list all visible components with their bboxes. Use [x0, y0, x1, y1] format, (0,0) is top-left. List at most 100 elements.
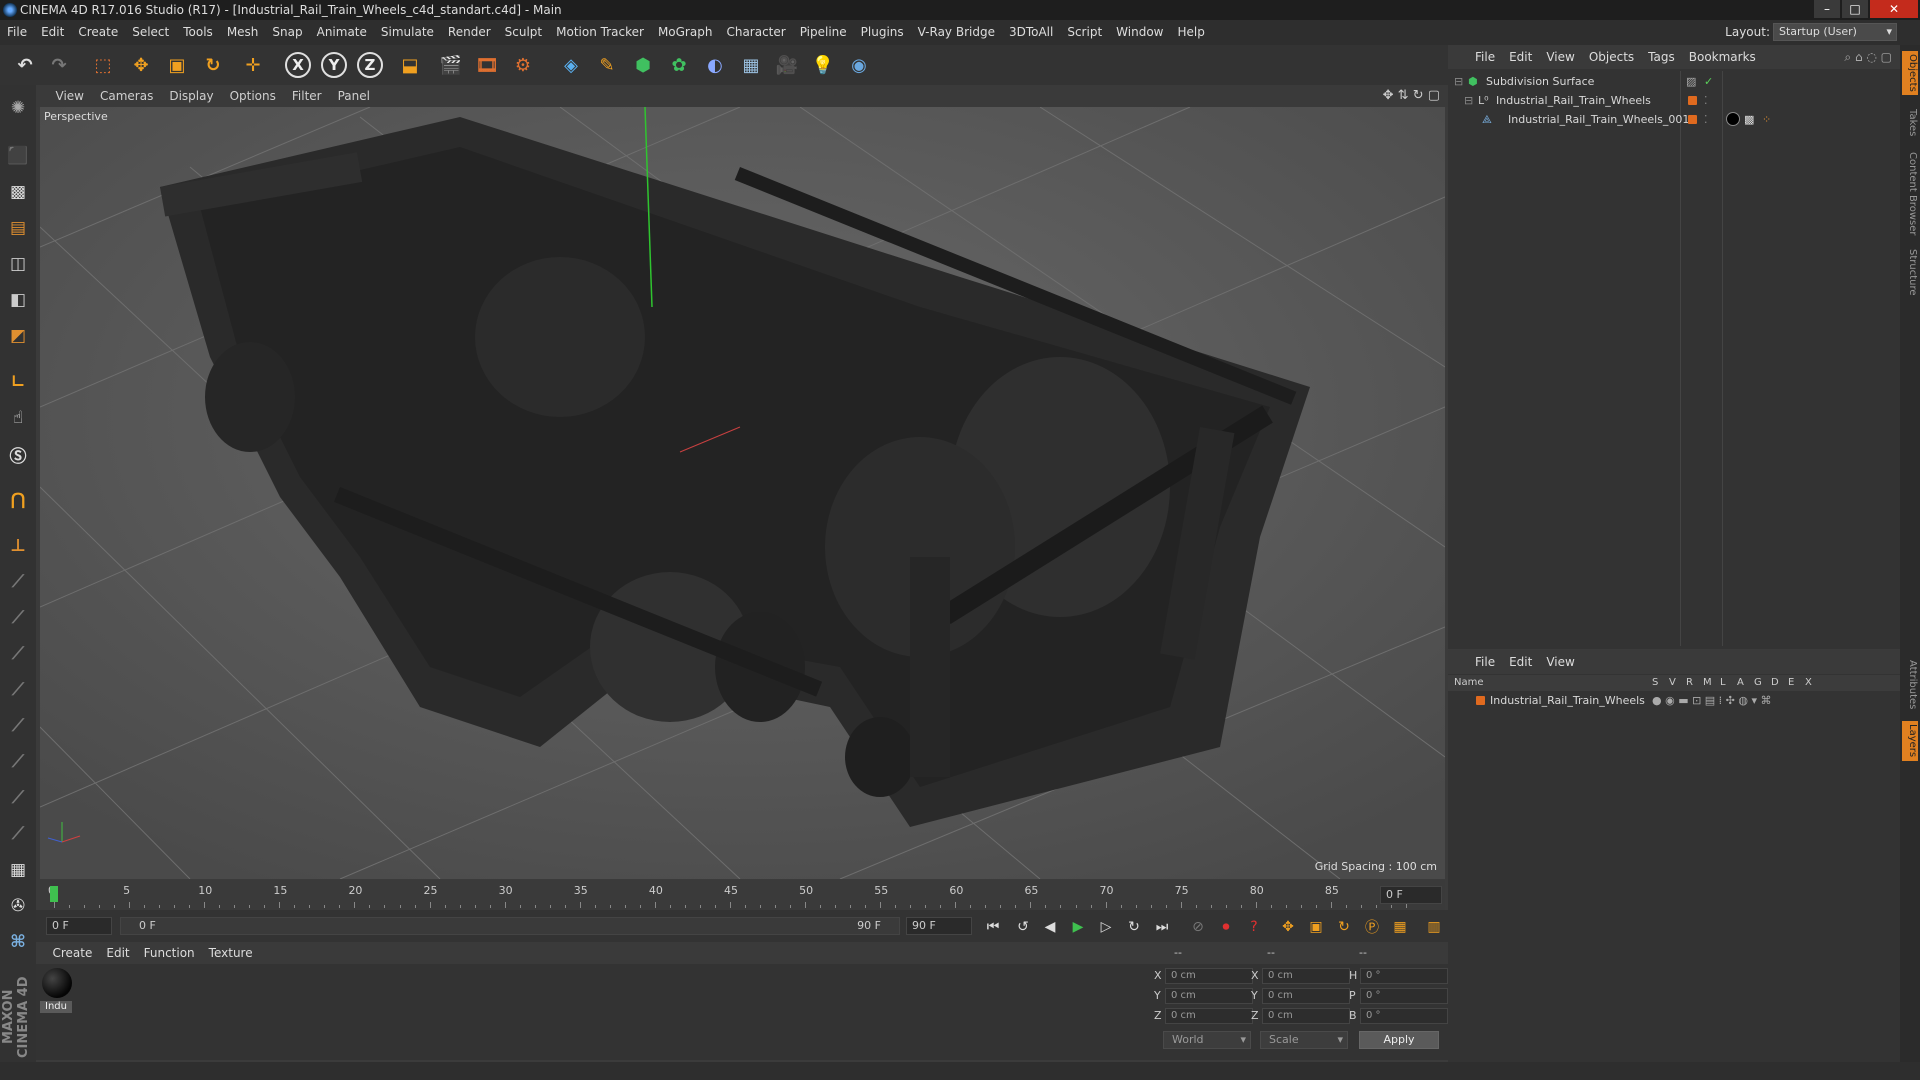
brush-tool-4-icon[interactable]: ⟋ [3, 675, 33, 705]
redo-icon[interactable]: ↷ [44, 50, 74, 80]
layer-menu-view[interactable]: View [1539, 650, 1581, 674]
menu-select[interactable]: Select [125, 20, 176, 45]
next-keyframe-icon[interactable]: ↻ [1122, 915, 1146, 939]
layer-name[interactable]: Industrial_Rail_Train_Wheels [1490, 691, 1645, 710]
visibility-dots-icon[interactable]: ⁚ [1704, 110, 1708, 129]
paint-grid-icon[interactable]: ▦ [3, 855, 33, 885]
enabled-check-icon[interactable]: ✓ [1704, 72, 1713, 91]
axis-mode-icon[interactable]: ∟ [3, 367, 33, 397]
camera-icon[interactable]: 🎥 [772, 50, 802, 80]
timeline-layout-icon[interactable]: ▥ [1422, 915, 1446, 939]
end-frame-field[interactable]: 90 F [906, 917, 972, 935]
viewport-menu-options[interactable]: Options [222, 85, 284, 107]
layer-color-swatch[interactable] [1476, 696, 1485, 705]
menu-character[interactable]: Character [719, 20, 792, 45]
rotate-icon[interactable]: ↻ [198, 50, 228, 80]
menu-help[interactable]: Help [1170, 20, 1211, 45]
material-menu-texture[interactable]: Texture [202, 942, 260, 964]
object-menu-edit[interactable]: Edit [1502, 45, 1539, 69]
move-icon[interactable]: ✥ [126, 50, 156, 80]
viewport-menu-filter[interactable]: Filter [284, 85, 330, 107]
floor-scene-icon[interactable]: ▦ [736, 50, 766, 80]
layer-slot-icon[interactable]: ▨ [1686, 72, 1696, 91]
minimize-button[interactable]: – [1814, 0, 1840, 18]
size-mode-dropdown[interactable]: Scale ▾ [1260, 1031, 1348, 1049]
key-pla-icon[interactable]: ▦ [1388, 915, 1412, 939]
x-axis-lock-icon[interactable]: X [285, 52, 311, 78]
brush-tool-7-icon[interactable]: ⟋ [3, 783, 33, 813]
brush-tool-6-icon[interactable]: ⟋ [3, 747, 33, 777]
3d-viewport[interactable]: Perspective Grid Spacing : 100 cm [40, 107, 1445, 879]
layer-color-swatch[interactable] [1688, 115, 1697, 124]
tab-structure[interactable]: Structure [1902, 245, 1918, 299]
uvw-tag-icon[interactable]: ▩ [1744, 110, 1754, 129]
y-axis-lock-icon[interactable]: Y [321, 52, 347, 78]
object-name[interactable]: Industrial_Rail_Train_Wheels [1496, 91, 1651, 110]
layer-row[interactable]: Industrial_Rail_Train_Wheels ● ◉ ▬ ⊡ ▤ ⁞… [1448, 691, 1900, 710]
texture-mode-icon[interactable]: ▩ [3, 177, 33, 207]
menu-pipeline[interactable]: Pipeline [793, 20, 854, 45]
close-button[interactable]: ✕ [1870, 0, 1918, 18]
menu-file[interactable]: File [0, 20, 34, 45]
viewport-navigation-icons[interactable]: ✥ ⇅ ↻ ▢ [1383, 85, 1440, 107]
menu-sculpt[interactable]: Sculpt [498, 20, 549, 45]
menu-3dtoall[interactable]: 3DToAll [1002, 20, 1060, 45]
solo-mode-icon[interactable]: Ⓢ [3, 439, 33, 469]
play-icon[interactable]: ▶ [1066, 915, 1090, 939]
playhead-marker[interactable] [50, 886, 58, 902]
coordinate-space-dropdown[interactable]: World ▾ [1163, 1031, 1251, 1049]
object-name[interactable]: Industrial_Rail_Train_Wheels_001 [1508, 110, 1689, 129]
make-editable-icon[interactable]: ✺ [3, 93, 33, 123]
next-frame-icon[interactable]: ▷ [1094, 915, 1118, 939]
model-mode-icon[interactable]: ⬛ [3, 141, 33, 171]
python-icon[interactable]: ◉ [844, 50, 874, 80]
workplane-axis-icon[interactable]: ⊥ [3, 531, 33, 561]
menu-vray-bridge[interactable]: V-Ray Bridge [911, 20, 1002, 45]
start-frame-field[interactable]: 0 F [46, 917, 112, 935]
layer-flag-icons[interactable]: ● ◉ ▬ ⊡ ▤ ⁞ ✣ ◍ ▾ ⌘ [1652, 691, 1772, 710]
object-menu-bookmarks[interactable]: Bookmarks [1682, 45, 1763, 69]
key-position-icon[interactable]: ✥ [1276, 915, 1300, 939]
size-y-field[interactable]: 0 cm [1262, 988, 1350, 1004]
brush-tool-5-icon[interactable]: ⟋ [3, 711, 33, 741]
pos-x-field[interactable]: 0 cm [1165, 968, 1253, 984]
menu-simulate[interactable]: Simulate [374, 20, 441, 45]
menu-render[interactable]: Render [441, 20, 498, 45]
object-name[interactable]: Subdivision Surface [1486, 72, 1594, 91]
brush-tool-8-icon[interactable]: ⟋ [3, 819, 33, 849]
tab-attributes[interactable]: Attributes [1902, 655, 1918, 715]
tree-collapse-icon[interactable]: ⊟ [1464, 91, 1473, 110]
brush-tool-1-icon[interactable]: ⟋ [3, 567, 33, 597]
key-parameter-icon[interactable]: Ⓟ [1360, 915, 1384, 939]
apply-button[interactable]: Apply [1359, 1031, 1439, 1049]
rot-p-field[interactable]: 0 ° [1360, 988, 1448, 1004]
layer-menu-file[interactable]: File [1468, 650, 1502, 674]
object-menu-file[interactable]: File [1468, 45, 1502, 69]
layout-dropdown[interactable]: Startup (User) ▾ [1773, 23, 1897, 41]
object-row-industrial-rail-train-wheels-001[interactable]: ⟁ Industrial_Rail_Train_Wheels_001 ⁚ ▩ ⁘ [1448, 110, 1900, 129]
array-cloner-icon[interactable]: ✿ [664, 50, 694, 80]
pos-y-field[interactable]: 0 cm [1165, 988, 1253, 1004]
viewport-menu-display[interactable]: Display [161, 85, 221, 107]
current-frame-field[interactable]: 0 F [1380, 886, 1442, 904]
key-scale-icon[interactable]: ▣ [1304, 915, 1328, 939]
menu-tools[interactable]: Tools [176, 20, 220, 45]
layer-menu-edit[interactable]: Edit [1502, 650, 1539, 674]
material-swatch[interactable] [42, 968, 72, 998]
tab-takes[interactable]: Takes [1902, 103, 1918, 143]
viewport-menu-cameras[interactable]: Cameras [92, 85, 161, 107]
object-menu-view[interactable]: View [1539, 45, 1581, 69]
motion-record-icon[interactable]: ⊘ [1186, 915, 1210, 939]
brush-tool-3-icon[interactable]: ⟋ [3, 639, 33, 669]
object-menu-tags[interactable]: Tags [1641, 45, 1682, 69]
previous-frame-icon[interactable]: ◀ [1038, 915, 1062, 939]
preview-range-slider[interactable]: 0 F 90 F [120, 917, 900, 935]
material-name[interactable]: Indu [40, 1001, 72, 1013]
deformer-icon[interactable]: ◐ [700, 50, 730, 80]
menu-snap[interactable]: Snap [265, 20, 309, 45]
rot-b-field[interactable]: 0 ° [1360, 1008, 1448, 1024]
go-to-end-icon[interactable]: ⏭ [1150, 915, 1174, 939]
material-menu-create[interactable]: Create [46, 942, 100, 964]
script-python-icon[interactable]: ⌘ [3, 927, 33, 957]
material-tag-icon[interactable] [1726, 112, 1740, 126]
